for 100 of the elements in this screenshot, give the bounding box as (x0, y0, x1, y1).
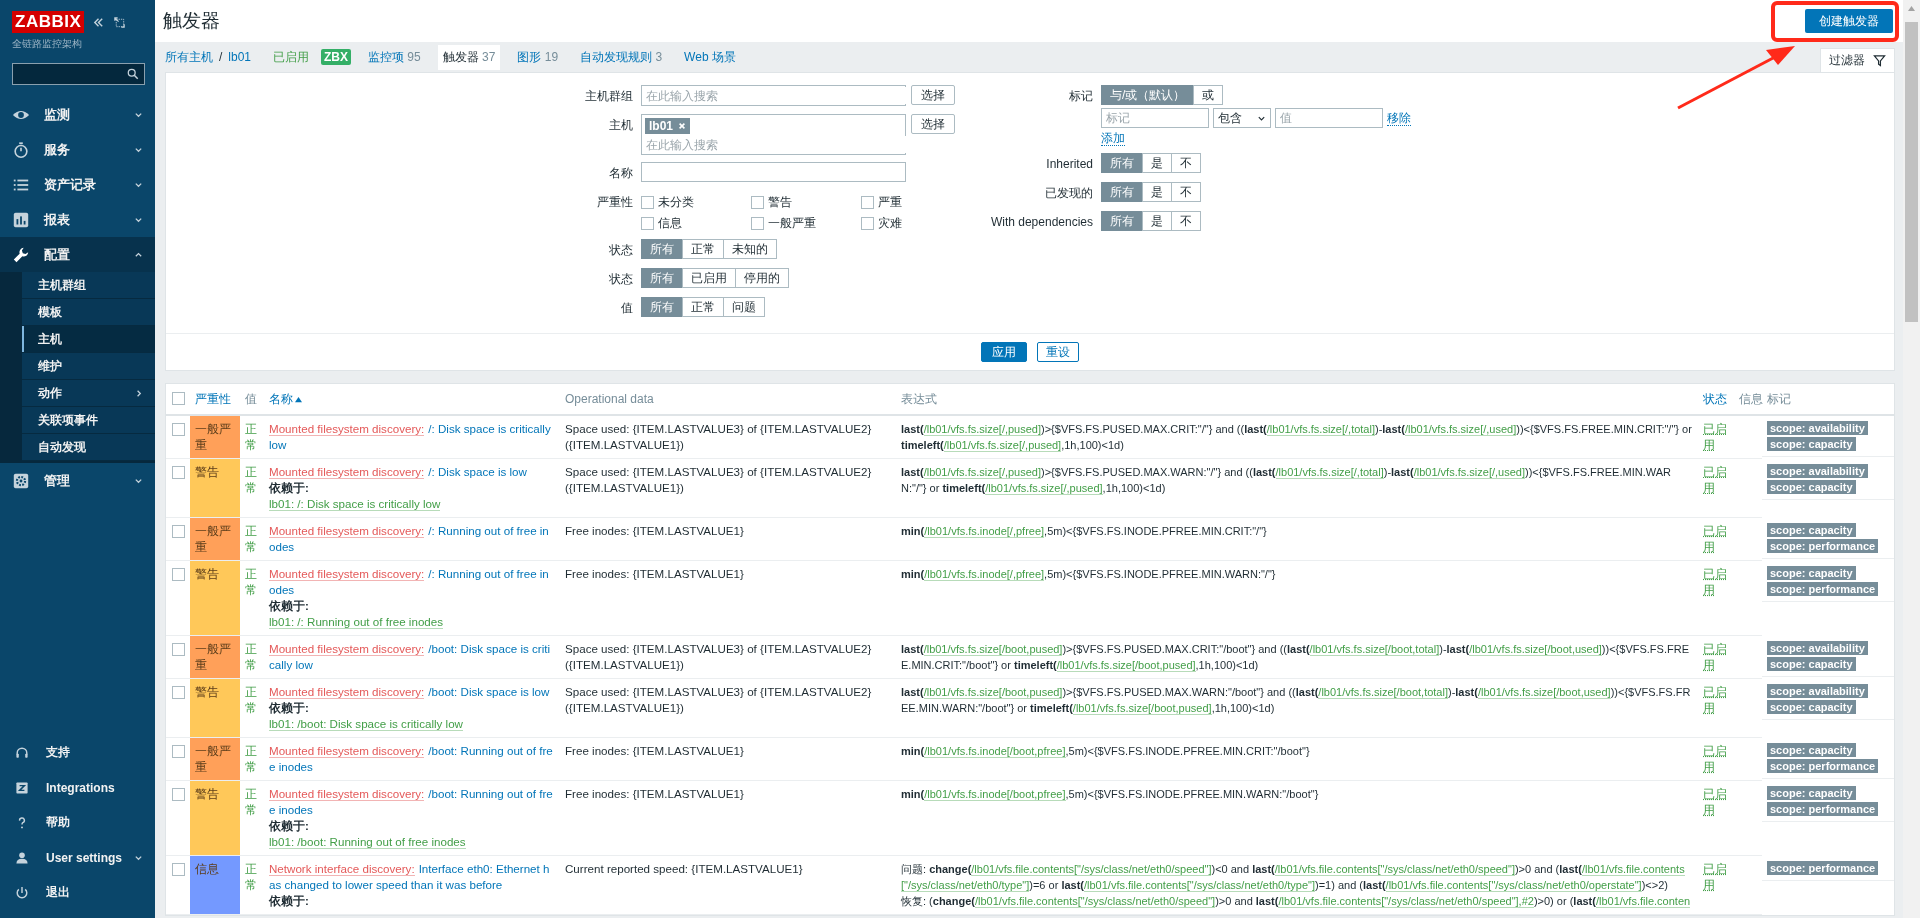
dependency-link[interactable]: lb01: /: Disk space is critically low (269, 497, 441, 511)
status-link[interactable]: 已启用 (1703, 743, 1729, 775)
menu-item[interactable]: 支持 (0, 735, 155, 770)
menu-item[interactable]: 管理 (0, 463, 155, 498)
status-link[interactable]: 已启用 (1703, 641, 1729, 673)
logo[interactable]: ZABBIX (12, 11, 85, 33)
discovery-rule-link[interactable]: Mounted filesystem discovery: (269, 642, 425, 656)
dependency-link[interactable]: lb01: /boot: Disk space is critically low (269, 717, 463, 731)
checkbox-label[interactable]: 一般严重 (768, 215, 816, 232)
checkbox[interactable] (172, 525, 185, 538)
select-button[interactable]: 选择 (911, 85, 955, 105)
menu-item[interactable]: 资产记录 (0, 167, 155, 202)
remove-icon[interactable] (678, 122, 686, 130)
segment-button[interactable]: 不 (1171, 211, 1201, 231)
status-link[interactable]: 已启用 (1703, 684, 1729, 716)
trigger-name[interactable]: Mounted filesystem discovery: /: Disk space is critically low (269, 421, 555, 453)
checkbox[interactable] (172, 788, 185, 801)
trigger-name[interactable]: Network interface discovery: Interface eth0: Ethernet has changed to lower speed than it was before (269, 861, 555, 893)
create-trigger-button[interactable]: 创建触发器 (1805, 9, 1893, 33)
menu-item[interactable]: 服务 (0, 132, 155, 167)
host-chip[interactable]: lb01 (645, 118, 690, 134)
multiselect-field[interactable]: 在此输入搜索 (641, 85, 906, 106)
segment-button[interactable]: 所有 (641, 297, 683, 317)
segment-button[interactable]: 问题 (723, 297, 765, 317)
status-link[interactable]: 已启用 (1703, 861, 1729, 893)
segment-button[interactable]: 所有 (641, 268, 683, 288)
status-link[interactable]: 已启用 (1703, 566, 1729, 598)
segment-button[interactable]: 所有 (1101, 182, 1143, 202)
search-field[interactable] (12, 63, 145, 85)
status-link[interactable]: 已启用 (1703, 421, 1729, 453)
discovery-rule-link[interactable]: Mounted filesystem discovery: (269, 465, 425, 479)
submenu-item[interactable]: 模板 (22, 299, 155, 326)
breadcrumb-link[interactable]: lb01 (228, 50, 252, 64)
segment-button[interactable]: 是 (1142, 153, 1172, 173)
discovery-rule-link[interactable]: Mounted filesystem discovery: (269, 744, 425, 758)
multiselect-field[interactable]: lb01 在此输入搜索 (641, 114, 906, 155)
nav-tab[interactable]: 图形 19 (512, 44, 564, 70)
dependency-link[interactable]: lb01: /boot: Running out of free inodes (269, 835, 466, 849)
trigger-name[interactable]: Mounted filesystem discovery: /boot: Disk space is critically low (269, 641, 555, 673)
segment-button[interactable]: 正常 (682, 297, 724, 317)
segment-button[interactable]: 所有 (1101, 153, 1143, 173)
discovery-rule-link[interactable]: Mounted filesystem discovery: (269, 422, 425, 436)
remove-link[interactable]: 移除 (1387, 110, 1411, 126)
nav-tab[interactable]: 监控项 95 (363, 44, 426, 70)
filter-tab[interactable]: 过滤器 (1820, 48, 1895, 72)
select-button[interactable]: 选择 (911, 114, 955, 134)
apply-button[interactable]: 应用 (981, 342, 1027, 362)
checkbox-label[interactable]: 未分类 (658, 194, 694, 211)
checkbox-label[interactable]: 警告 (768, 194, 792, 211)
nav-tab[interactable]: Web 场景 (679, 44, 741, 70)
checkbox[interactable] (172, 392, 185, 405)
menu-item[interactable]: 退出 (0, 875, 155, 910)
submenu-item[interactable]: 主机 (22, 326, 155, 353)
discovery-rule-link[interactable]: Network interface discovery: (269, 862, 415, 876)
menu-item[interactable]: 监测 (0, 97, 155, 132)
nav-tab[interactable]: 触发器 37 (437, 44, 501, 70)
discovery-rule-link[interactable]: Mounted filesystem discovery: (269, 787, 425, 801)
discovery-rule-link[interactable]: Mounted filesystem discovery: (269, 567, 425, 581)
submenu-item[interactable]: 动作 (22, 380, 155, 407)
trigger-name[interactable]: Mounted filesystem discovery: /: Running out of free inodes (269, 523, 555, 555)
trigger-name[interactable]: Mounted filesystem discovery: /: Running out of free inodes (269, 566, 555, 598)
checkbox[interactable] (172, 686, 185, 699)
scrollbar[interactable] (1903, 0, 1920, 918)
menu-item[interactable]: 帮助 (0, 805, 155, 840)
segment-button[interactable]: 正常 (682, 239, 724, 259)
segment-button[interactable]: 是 (1142, 211, 1172, 231)
trigger-name[interactable]: Mounted filesystem discovery: /boot: Running out of free inodes (269, 786, 555, 818)
reset-button[interactable]: 重设 (1037, 342, 1079, 362)
checkbox[interactable] (751, 217, 764, 230)
trigger-name[interactable]: Mounted filesystem discovery: /boot: Running out of free inodes (269, 743, 555, 775)
segment-button[interactable]: 所有 (641, 239, 683, 259)
nav-tab[interactable]: 自动发现规则 3 (575, 44, 668, 70)
trigger-name[interactable]: Mounted filesystem discovery: /boot: Disk space is low (269, 684, 555, 700)
status-link[interactable]: 已启用 (1703, 464, 1729, 496)
add-link[interactable]: 添加 (1101, 131, 1125, 146)
trigger-name[interactable]: Mounted filesystem discovery: /: Disk space is low (269, 464, 555, 480)
menu-item[interactable]: 报表 (0, 202, 155, 237)
segment-button[interactable]: 是 (1142, 182, 1172, 202)
column-header[interactable]: 名称 (269, 390, 302, 408)
menu-item[interactable]: Integrations (0, 770, 155, 805)
host-status-link[interactable]: 已启用 (273, 48, 310, 66)
status-link[interactable]: 已启用 (1703, 786, 1729, 818)
discovery-rule-link[interactable]: Mounted filesystem discovery: (269, 685, 425, 699)
discovery-rule-link[interactable]: Mounted filesystem discovery: (269, 524, 425, 538)
checkbox-label[interactable]: 严重 (878, 194, 902, 211)
menu-item[interactable]: User settings (0, 840, 155, 875)
checkbox[interactable] (751, 196, 764, 209)
segment-button[interactable]: 或 (1193, 85, 1224, 105)
search-icon[interactable] (127, 68, 139, 80)
checkbox[interactable] (172, 423, 185, 436)
dependency-link[interactable]: lb01: /: Running out of free inodes (269, 615, 444, 629)
checkbox[interactable] (172, 745, 185, 758)
segment-button[interactable]: 不 (1171, 182, 1201, 202)
value-field[interactable]: 值 (1275, 108, 1383, 128)
status-link[interactable]: 已启用 (1703, 523, 1729, 555)
submenu-item[interactable]: 维护 (22, 353, 155, 380)
segment-button[interactable]: 与/或（默认） (1101, 85, 1195, 105)
submenu-item[interactable]: 自动发现 (22, 434, 155, 461)
submenu-item[interactable]: 关联项事件 (22, 407, 155, 434)
segment-button[interactable]: 不 (1171, 153, 1201, 173)
